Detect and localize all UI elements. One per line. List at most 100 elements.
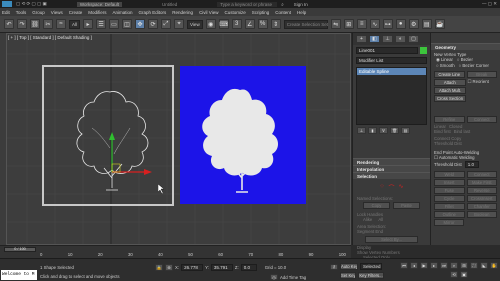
search-icon[interactable]: ⌕ [281, 2, 284, 7]
percent-snap-icon[interactable]: % [257, 19, 268, 29]
align-icon[interactable]: ⊞ [343, 19, 354, 29]
stack-item-editable-spline[interactable]: Editable Spline [357, 68, 426, 75]
make-first-button[interactable]: Make First [466, 179, 497, 186]
menu-graph-editors[interactable]: Graph Editors [139, 10, 167, 15]
modify-tab-icon[interactable]: ◧ [369, 35, 380, 43]
pivot-icon[interactable]: ◉ [205, 19, 216, 29]
cross-section-button[interactable]: Cross Section [434, 95, 466, 102]
menu-help[interactable]: Help [297, 10, 306, 15]
time-tag-icon[interactable]: ◷ [270, 274, 278, 280]
select-by-name-icon[interactable]: ☰ [96, 19, 107, 29]
segment-end-checkbox[interactable]: Segment End [357, 229, 426, 234]
smooth-radio[interactable]: ○ Smooth [436, 63, 455, 68]
app-logo-icon[interactable] [2, 1, 12, 7]
break-button[interactable]: Break [466, 71, 497, 78]
orbit-icon[interactable]: ⟲ [450, 271, 458, 278]
bind-last-checkbox[interactable]: Bind last [454, 129, 470, 134]
modifier-list-dropdown[interactable]: Modifier List [356, 57, 427, 64]
workspace-dropdown[interactable]: Workspace: Default [76, 1, 122, 7]
reverse-button[interactable]: Reverse [466, 187, 497, 194]
viewport-label[interactable]: [ + ] [ Top ] [ Standard ] [ Default Sha… [8, 35, 92, 40]
show-end-result-icon[interactable]: ▮ [368, 127, 377, 134]
menu-create[interactable]: Create [69, 10, 83, 15]
object-name-field[interactable]: Line001 [356, 47, 418, 54]
z-coordinate-field[interactable]: 0.0 [240, 264, 257, 271]
menu-edit[interactable]: Edit [2, 10, 10, 15]
attach-button[interactable]: Attach [434, 79, 466, 86]
window-controls[interactable]: — ▢ ✕ [482, 1, 497, 7]
spline-level-icon[interactable]: ∿ [399, 183, 404, 192]
make-unique-icon[interactable]: ∀ [379, 127, 388, 134]
snaps-toggle-icon[interactable]: 3 [231, 19, 242, 29]
menu-scripting[interactable]: Scripting [252, 10, 270, 15]
rotate-icon[interactable]: ⟳ [148, 19, 159, 29]
timeline[interactable]: 0 / 100 0 10 20 30 40 50 60 70 80 90 100 [0, 245, 351, 258]
auto-key-dropdown[interactable]: Selected [360, 263, 382, 270]
bind-spacewarp-icon[interactable]: ≈ [56, 19, 66, 29]
redo-icon[interactable]: ↷ [17, 19, 27, 29]
menu-views[interactable]: Views [51, 10, 63, 15]
menu-group[interactable]: Group [32, 10, 45, 15]
object-color-swatch[interactable] [420, 47, 427, 54]
zoom-extents-icon[interactable]: ⛶ [470, 262, 478, 269]
rollout-selection[interactable]: Selection [353, 172, 430, 179]
play-icon[interactable]: ▶ [420, 262, 428, 269]
tree-image-plane[interactable] [180, 66, 306, 204]
fillet-button[interactable]: Fillet [434, 203, 465, 210]
time-slider[interactable]: 0 / 100 [4, 247, 36, 252]
next-frame-icon[interactable]: ▸ [430, 262, 438, 269]
weld-button[interactable]: Weld [434, 171, 465, 178]
display-tab-icon[interactable]: ▢ [408, 35, 419, 43]
configure-sets-icon[interactable]: ▤ [401, 127, 410, 134]
pin-stack-icon[interactable]: ⊥ [357, 127, 366, 134]
select-object-icon[interactable]: ▸ [83, 19, 94, 29]
menu-content[interactable]: Content [275, 10, 291, 15]
move-icon[interactable]: ✥ [135, 19, 146, 29]
auto-key-button[interactable]: Auto Key [340, 263, 358, 270]
go-to-end-icon[interactable]: ⏭ [440, 262, 448, 269]
lock-selection-icon[interactable]: 🔒 [155, 264, 163, 271]
fuse-button[interactable]: Fuse [434, 187, 465, 194]
cycle-button[interactable]: Cycle [434, 195, 465, 202]
motion-tab-icon[interactable]: ◐ [395, 35, 406, 43]
scale-icon[interactable]: ⤢ [161, 19, 172, 29]
reference-coord-dropdown[interactable]: View [187, 19, 203, 29]
move-gizmo[interactable] [100, 130, 160, 180]
rollout-rendering[interactable]: Rendering [353, 158, 430, 165]
connect-button[interactable]: Connect [466, 171, 497, 178]
refine-connect-checkbox[interactable]: Connect [466, 116, 497, 123]
material-editor-icon[interactable]: ● [395, 19, 406, 29]
add-time-tag[interactable]: Add Time Tag [280, 275, 306, 280]
mirror-button[interactable]: Mirror [434, 219, 464, 226]
render-setup-icon[interactable]: ⚙ [408, 19, 419, 29]
curve-editor-icon[interactable]: ∿ [369, 19, 380, 29]
alike-radio[interactable]: Alike [363, 217, 372, 222]
menu-customize[interactable]: Customize [224, 10, 245, 15]
selection-filter-dropdown[interactable]: All [69, 19, 81, 29]
render-frame-icon[interactable]: ▤ [421, 19, 432, 29]
layer-explorer-icon[interactable]: ≡ [356, 19, 367, 29]
segment-level-icon[interactable]: ⌒ [388, 183, 394, 192]
zoom-all-icon[interactable]: ⊞ [460, 262, 468, 269]
maximize-viewport-icon[interactable]: ▣ [460, 271, 468, 278]
reorient-checkbox[interactable]: ☐ Reorient [468, 79, 498, 86]
set-key-button[interactable]: Set Key [340, 272, 356, 279]
select-by-button[interactable]: Select By... [365, 236, 418, 243]
create-line-button[interactable]: Create Line [434, 71, 465, 78]
previous-frame-icon[interactable]: ◂ [410, 262, 418, 269]
rect-selection-icon[interactable]: ▭ [109, 19, 120, 29]
spinner-snap-icon[interactable]: ⇕ [270, 19, 281, 29]
menu-tools[interactable]: Tools [16, 10, 27, 15]
attach-mult-button[interactable]: Attach Mult. [434, 87, 466, 94]
boolean-button[interactable]: Boolean [466, 211, 497, 218]
chamfer-button[interactable]: Chamfer [466, 203, 497, 210]
mirror-icon[interactable]: ⇋ [330, 19, 341, 29]
x-coordinate-field[interactable]: 26.778 [181, 264, 204, 271]
pan-icon[interactable]: ✋ [490, 262, 498, 269]
create-tab-icon[interactable]: + [356, 35, 367, 43]
menu-animation[interactable]: Animation [113, 10, 133, 15]
menu-civil-view[interactable]: Civil View [199, 10, 218, 15]
absolute-mode-icon[interactable]: ⊕ [165, 264, 173, 271]
keyboard-shortcut-icon[interactable]: ⌨ [218, 19, 229, 29]
schematic-view-icon[interactable]: ⊶ [382, 19, 393, 29]
